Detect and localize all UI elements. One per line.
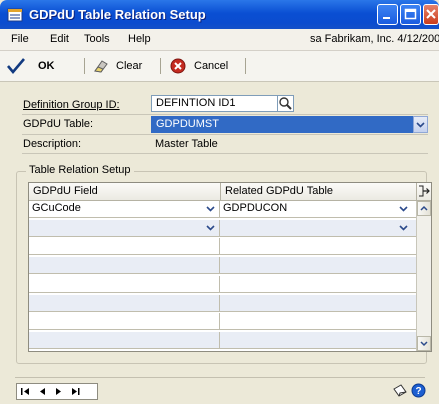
chevron-down-icon[interactable] (398, 202, 409, 216)
toolbar-separator (84, 58, 85, 74)
lookup-button[interactable] (277, 95, 294, 112)
gdpdu-field-cell[interactable] (29, 313, 220, 330)
gdpdu-field-cell[interactable] (29, 294, 220, 311)
relation-grid: GDPdU Field Related GDPdU Table GCuCode G… (28, 182, 432, 352)
toolbar: OK Clear Cancel (0, 51, 439, 82)
table-row[interactable] (29, 313, 416, 331)
gdpdu-field-cell[interactable]: GCuCode (29, 201, 220, 217)
first-record-icon[interactable] (21, 387, 30, 396)
menu-file[interactable]: File (11, 33, 29, 45)
table-row[interactable]: GCuCode GDPDUCON (29, 201, 416, 218)
minimize-button[interactable] (377, 4, 398, 25)
description-label: Description: (23, 138, 82, 150)
table-row[interactable] (29, 275, 416, 293)
related-table-cell[interactable]: GDPDUCON (220, 201, 416, 217)
related-table-cell[interactable] (220, 295, 416, 311)
clear-label: Clear (116, 60, 143, 72)
related-table-cell[interactable] (220, 238, 416, 254)
cancel-label: Cancel (194, 60, 229, 72)
ok-button[interactable]: OK (6, 57, 55, 75)
window: GDPdU Table Relation Setup File Edit Too… (0, 0, 439, 404)
menu-tools[interactable]: Tools (84, 33, 110, 45)
table-row[interactable] (29, 219, 416, 237)
related-table-cell[interactable] (220, 220, 416, 236)
last-record-icon[interactable] (71, 387, 80, 396)
gdpdu-table-select[interactable]: GDPDUMST (151, 116, 413, 133)
menu-edit[interactable]: Edit (50, 33, 69, 45)
clear-button[interactable]: Clear (92, 57, 142, 75)
table-row[interactable] (29, 238, 416, 256)
divider (22, 153, 428, 154)
gdpdu-field-cell[interactable] (29, 257, 220, 274)
toolbar-separator (245, 58, 246, 74)
related-table-cell[interactable] (220, 332, 416, 348)
window-title: GDPdU Table Relation Setup (29, 7, 206, 22)
gdpdu-field-cell[interactable] (29, 238, 220, 255)
related-table-cell[interactable] (220, 257, 416, 273)
maximize-button[interactable] (400, 4, 421, 25)
cancel-button[interactable]: Cancel (170, 57, 228, 75)
ok-label: OK (38, 60, 55, 72)
close-icon (426, 9, 436, 19)
scroll-up-button[interactable] (417, 201, 431, 216)
divider (22, 114, 428, 115)
chevron-down-icon[interactable] (398, 221, 409, 235)
definition-group-field[interactable]: DEFINTION ID1 (151, 95, 278, 112)
note-icon[interactable] (392, 383, 408, 399)
help-icon[interactable]: ? (411, 383, 426, 398)
chevron-down-icon (416, 122, 425, 128)
cancel-icon (170, 58, 186, 74)
company-info: sa Fabrikam, Inc. 4/12/2009 (310, 33, 439, 45)
related-table-cell[interactable] (220, 276, 416, 292)
column-header-related[interactable]: Related GDPdU Table (220, 183, 416, 201)
divider (22, 134, 428, 135)
table-row[interactable] (29, 331, 416, 349)
close-button[interactable] (423, 4, 439, 25)
magnifier-icon (279, 97, 292, 110)
scroll-down-button[interactable] (417, 336, 431, 351)
next-record-icon[interactable] (55, 387, 62, 396)
gdpdu-field-cell[interactable] (29, 331, 220, 348)
eraser-icon (94, 60, 108, 73)
title-bar[interactable]: GDPdU Table Relation Setup (0, 0, 439, 29)
record-navigation (16, 383, 98, 400)
maximize-icon (404, 8, 417, 20)
expand-rows-button[interactable] (416, 183, 431, 201)
menu-help[interactable]: Help (128, 33, 151, 45)
svg-text:?: ? (415, 386, 421, 397)
expand-icon (419, 185, 430, 197)
description-value: Master Table (155, 138, 218, 150)
definition-group-label: Definition Group ID: (23, 99, 120, 111)
toolbar-separator (160, 58, 161, 74)
gdpdu-field-cell[interactable] (29, 219, 220, 236)
related-table-cell[interactable] (220, 313, 416, 329)
checkmark-icon (7, 58, 25, 75)
chevron-down-icon[interactable] (205, 221, 216, 235)
column-header-field[interactable]: GDPdU Field (29, 183, 220, 201)
table-relation-group-title: Table Relation Setup (26, 164, 134, 176)
table-row[interactable] (29, 294, 416, 312)
gdpdu-table-label: GDPdU Table: (23, 118, 94, 130)
previous-record-icon[interactable] (39, 387, 46, 396)
gdpdu-field-cell[interactable] (29, 275, 220, 292)
chevron-down-icon (420, 341, 428, 347)
vertical-scrollbar[interactable] (416, 201, 431, 351)
chevron-up-icon (420, 205, 428, 211)
table-row[interactable] (29, 257, 416, 275)
app-icon (7, 8, 23, 22)
gdpdu-table-dropdown[interactable] (413, 116, 428, 133)
minimize-icon (383, 17, 390, 19)
menu-bar: File Edit Tools Help sa Fabrikam, Inc. 4… (0, 29, 439, 51)
chevron-down-icon[interactable] (205, 202, 216, 216)
